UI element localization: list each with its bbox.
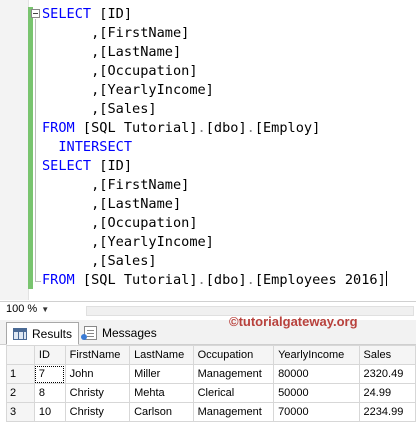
messages-icon — [81, 325, 97, 340]
sql-token: [Employees 2016] — [254, 272, 386, 288]
code-line[interactable]: INTERSECT — [42, 138, 387, 157]
table-cell[interactable]: 8 — [33, 383, 66, 403]
results-grid[interactable]: ID FirstName LastName Occupation YearlyIncom… — [6, 345, 416, 422]
column-header[interactable]: ID — [33, 345, 66, 365]
grid-header-row: ID FirstName LastName Occupation YearlyIncom… — [6, 345, 416, 365]
code-line[interactable]: ,[LastName] — [42, 195, 387, 214]
row-number[interactable]: 3 — [6, 402, 35, 422]
column-header[interactable]: YearlyIncome — [273, 345, 360, 365]
sql-keyword: INTERSECT — [42, 139, 133, 155]
grid-corner[interactable] — [6, 345, 35, 365]
table-cell[interactable]: Miller — [129, 364, 194, 384]
sql-token: ,[LastName] — [42, 196, 182, 212]
sql-token: ,[FirstName] — [42, 177, 190, 193]
sql-token: ,[Sales] — [42, 253, 157, 269]
sql-token: . — [197, 120, 206, 136]
sql-code[interactable]: SELECT [ID] ,[FirstName] ,[LastName] ,[O… — [42, 5, 387, 290]
code-line[interactable]: ,[FirstName] — [42, 176, 387, 195]
tab-messages[interactable]: Messages — [78, 322, 163, 343]
column-header[interactable]: Sales — [358, 345, 416, 365]
sql-token: . — [246, 120, 255, 136]
zoom-dropdown[interactable]: 100 % ▼ — [6, 303, 49, 315]
code-line[interactable]: FROM [SQL Tutorial].[dbo].[Employees 201… — [42, 271, 387, 290]
table-cell[interactable]: 50000 — [273, 383, 360, 403]
fold-guide-end — [35, 281, 41, 282]
grid-icon — [13, 327, 27, 340]
table-cell[interactable]: Management — [192, 402, 275, 422]
collapse-toggle-icon[interactable] — [31, 9, 40, 18]
code-line[interactable]: ,[Sales] — [42, 100, 387, 119]
column-header[interactable]: FirstName — [64, 345, 131, 365]
table-cell[interactable]: 80000 — [273, 364, 360, 384]
code-line[interactable]: FROM [SQL Tutorial].[dbo].[Employ] — [42, 119, 387, 138]
code-line[interactable]: ,[Occupation] — [42, 214, 387, 233]
table-cell[interactable]: Christy — [64, 402, 131, 422]
table-cell[interactable]: Clerical — [192, 383, 275, 403]
table-cell[interactable]: John — [64, 364, 131, 384]
sql-token: . — [246, 272, 255, 288]
watermark: ©tutorialgateway.org — [229, 314, 358, 329]
sql-token: . — [197, 272, 206, 288]
table-cell[interactable]: 24.99 — [358, 383, 416, 403]
sql-token: [SQL Tutorial] — [74, 120, 198, 136]
sql-keyword: FROM — [42, 272, 75, 288]
sql-token: ,[Occupation] — [42, 215, 198, 231]
table-cell[interactable]: 2320.49 — [358, 364, 416, 384]
table-cell[interactable]: 2234.99 — [358, 402, 416, 422]
sql-token: ,[YearlyIncome] — [42, 82, 214, 98]
chevron-down-icon[interactable]: ▼ — [41, 305, 49, 314]
table-row[interactable]: 2 8 Christy Mehta Clerical 50000 24.99 — [6, 383, 416, 403]
editor-gutter — [0, 0, 29, 300]
code-line[interactable]: ,[YearlyIncome] — [42, 233, 387, 252]
sql-token: ,[LastName] — [42, 44, 182, 60]
zoom-level: 100 % — [6, 303, 38, 315]
row-number[interactable]: 2 — [6, 383, 35, 403]
sql-token: [ID] — [91, 158, 133, 174]
sql-token: [SQL Tutorial] — [74, 272, 198, 288]
row-number[interactable]: 1 — [6, 364, 35, 384]
sql-token: [ID] — [91, 6, 133, 22]
table-cell[interactable]: Management — [192, 364, 275, 384]
code-line[interactable]: ,[LastName] — [42, 43, 387, 62]
table-row[interactable]: 1 7 John Miller Management 80000 2320.49 — [6, 364, 416, 384]
tab-messages-label: Messages — [102, 325, 157, 340]
table-cell[interactable]: Christy — [64, 383, 131, 403]
table-cell[interactable]: 70000 — [273, 402, 360, 422]
code-line[interactable]: ,[Occupation] — [42, 62, 387, 81]
table-cell[interactable]: Mehta — [129, 383, 194, 403]
query-editor[interactable]: SELECT [ID] ,[FirstName] ,[LastName] ,[O… — [0, 0, 416, 300]
fold-guide — [35, 19, 36, 281]
sql-token: ,[FirstName] — [42, 25, 190, 41]
table-cell[interactable]: 10 — [33, 402, 66, 422]
table-cell[interactable]: 7 — [33, 364, 66, 384]
sql-token: [dbo] — [205, 120, 247, 136]
table-row[interactable]: 3 10 Christy Carlson Management 70000 2234.99 — [6, 402, 416, 422]
sql-keyword: SELECT — [42, 6, 92, 22]
text-cursor — [385, 271, 387, 286]
code-line[interactable]: ,[Sales] — [42, 252, 387, 271]
sql-token: [Employ] — [254, 120, 321, 136]
column-header[interactable]: LastName — [129, 345, 194, 365]
code-line[interactable]: SELECT [ID] — [42, 157, 387, 176]
tab-results-label: Results — [32, 326, 73, 341]
table-cell[interactable]: Carlson — [129, 402, 194, 422]
sql-token: [dbo] — [205, 272, 247, 288]
change-tracking-bar — [28, 7, 33, 289]
code-line[interactable]: ,[YearlyIncome] — [42, 81, 387, 100]
sql-token: ,[Sales] — [42, 101, 157, 117]
sql-token: ,[YearlyIncome] — [42, 234, 214, 250]
tab-results[interactable]: Results — [6, 322, 80, 345]
sql-token: ,[Occupation] — [42, 63, 198, 79]
code-line[interactable]: ,[FirstName] — [42, 24, 387, 43]
sql-keyword: SELECT — [42, 158, 92, 174]
code-line[interactable]: SELECT [ID] — [42, 5, 387, 24]
column-header[interactable]: Occupation — [192, 345, 275, 365]
sql-keyword: FROM — [42, 120, 75, 136]
